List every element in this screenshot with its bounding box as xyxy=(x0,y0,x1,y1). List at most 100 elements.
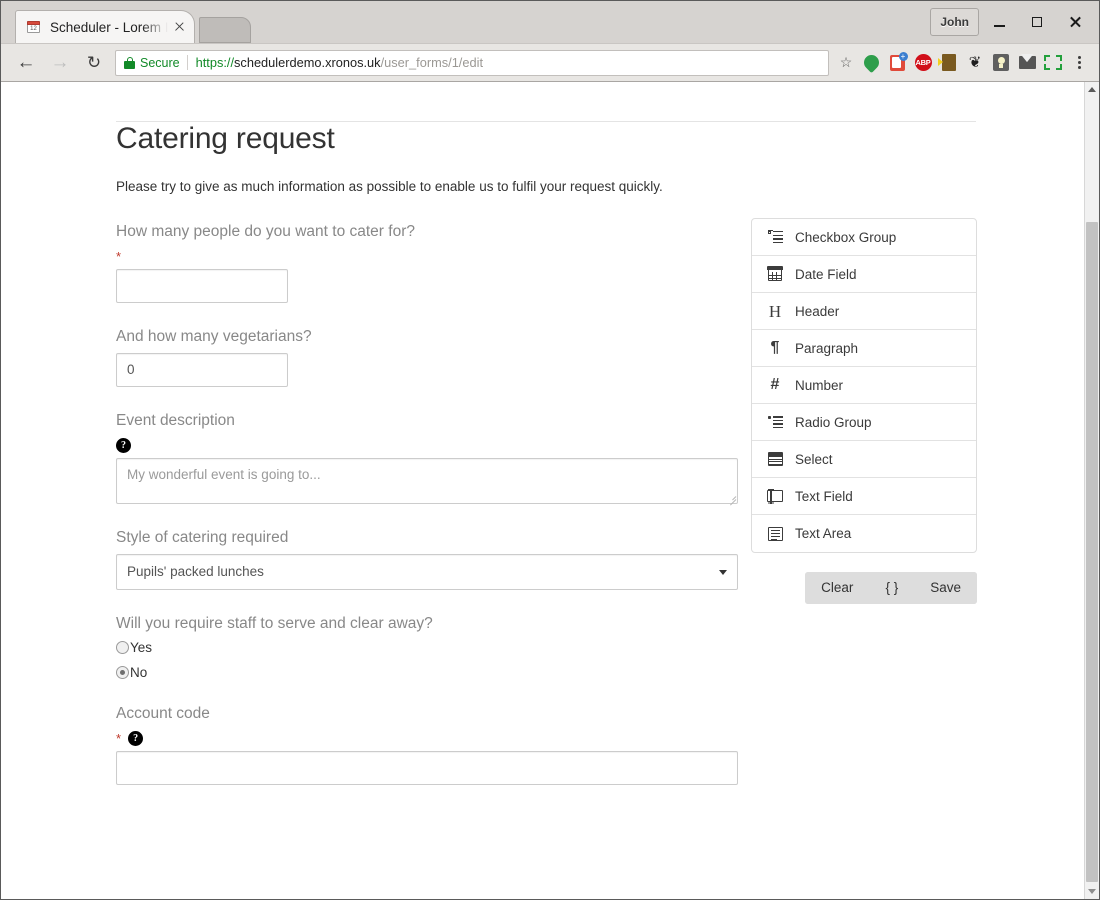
radio-label-no: No xyxy=(130,664,148,680)
extension-red-book-add-icon[interactable] xyxy=(885,51,909,75)
help-badge-icon[interactable]: ? xyxy=(116,438,131,454)
palette-item-select[interactable]: Select xyxy=(752,441,976,478)
tab-close-icon[interactable] xyxy=(170,18,188,36)
tab-favicon-calendar-icon: 12 xyxy=(26,19,42,35)
form-intro-text: Please try to give as much information a… xyxy=(116,179,663,194)
extension-gnome-foot-icon[interactable]: ❦ xyxy=(963,51,987,75)
select-catering-style[interactable]: Pupils' packed lunches xyxy=(116,553,738,590)
browser-tab-active[interactable]: 12 Scheduler - Lorem I xyxy=(15,10,195,43)
palette-item-label: Radio Group xyxy=(795,414,872,430)
field-markers-people-count: * xyxy=(116,247,740,266)
paragraph-glyph: ¶ xyxy=(770,339,780,356)
navigation-toolbar: ← → ↻ Secure https://schedulerdemo.xrono… xyxy=(1,43,1099,81)
radio-group-icon xyxy=(764,415,786,429)
foot-glyph: ❦ xyxy=(968,54,982,71)
radio-button-yes[interactable] xyxy=(116,640,129,654)
radio-option-yes[interactable]: Yes xyxy=(116,640,740,655)
chevron-down-icon xyxy=(719,569,727,575)
palette-item-header[interactable]: H Header xyxy=(752,293,976,330)
checkbox-group-icon xyxy=(764,229,786,244)
window-controls: John xyxy=(930,7,1093,37)
field-label-staff-required: Will you require staff to serve and clea… xyxy=(116,614,433,632)
field-group-staff-required: Will you require staff to serve and clea… xyxy=(116,615,740,680)
page-scrollbar[interactable] xyxy=(1084,82,1099,899)
scrollbar-up-arrow[interactable] xyxy=(1085,82,1099,97)
lock-icon xyxy=(124,56,135,69)
page-content: Catering request Please try to give as m… xyxy=(1,82,1084,899)
page-title: Catering request xyxy=(116,122,335,155)
chrome-menu-icon[interactable] xyxy=(1067,51,1091,75)
palette-item-radio-group[interactable]: Radio Group xyxy=(752,404,976,441)
extension-screenshot-frame-icon[interactable] xyxy=(1041,51,1065,75)
window-maximize-button[interactable] xyxy=(1019,7,1055,37)
extension-green-dot-icon[interactable] xyxy=(859,51,883,75)
palette-item-label: Number xyxy=(795,377,844,393)
extension-adblock-plus-icon[interactable]: ABP xyxy=(911,51,935,75)
palette-item-checkbox-group[interactable]: Checkbox Group xyxy=(752,219,976,256)
form-element-palette: Checkbox Group Date Field H Header ¶ Par… xyxy=(751,218,977,605)
palette-item-label: Text Field xyxy=(795,488,853,504)
field-markers-event-description: ? xyxy=(116,436,740,455)
palette-item-paragraph[interactable]: ¶ Paragraph xyxy=(752,330,976,367)
omnibox-divider xyxy=(186,55,188,70)
required-asterisk: * xyxy=(116,249,122,265)
field-label-event-description: Event description xyxy=(116,411,235,429)
palette-item-number[interactable]: # Number xyxy=(752,367,976,404)
url-text: https://schedulerdemo.xronos.uk/user_for… xyxy=(196,55,483,70)
input-vegetarians[interactable] xyxy=(116,352,288,387)
field-label-vegetarians: And how many vegetarians? xyxy=(116,328,312,346)
reload-button[interactable]: ↻ xyxy=(77,48,111,78)
radio-button-no[interactable] xyxy=(116,665,129,679)
extension-mail-icon[interactable] xyxy=(1015,51,1039,75)
url-path: /user_forms/1/edit xyxy=(380,55,483,70)
field-label-catering-style: Style of catering required xyxy=(116,529,289,547)
palette-actions: Clear { } Save xyxy=(751,572,977,605)
bookmark-star-icon[interactable]: ☆ xyxy=(835,54,857,71)
abp-label: ABP xyxy=(914,54,932,71)
palette-item-text-area[interactable]: Text Area xyxy=(752,515,976,552)
palette-item-label: Checkbox Group xyxy=(795,229,897,245)
address-bar[interactable]: Secure https://schedulerdemo.xronos.uk/u… xyxy=(115,49,829,76)
palette-item-label: Header xyxy=(795,303,840,319)
new-tab-button[interactable] xyxy=(199,17,251,43)
field-group-account-code: Account code * ? xyxy=(116,705,740,786)
tab-strip: 12 Scheduler - Lorem I John xyxy=(1,1,1099,43)
textarea-event-description[interactable] xyxy=(116,458,738,505)
palette-button-group: Clear { } Save xyxy=(805,572,977,605)
radio-label-yes: Yes xyxy=(130,639,153,655)
url-scheme: https:// xyxy=(195,55,235,70)
security-status-label: Secure xyxy=(140,55,180,70)
extension-lightbulb-icon[interactable] xyxy=(989,51,1013,75)
scrollbar-thumb[interactable] xyxy=(1086,222,1098,882)
save-button[interactable]: Save xyxy=(914,572,977,605)
back-button[interactable]: ← xyxy=(9,48,43,78)
palette-list: Checkbox Group Date Field H Header ¶ Par… xyxy=(751,218,977,553)
input-people-count[interactable] xyxy=(116,269,288,304)
window-close-button[interactable] xyxy=(1057,7,1093,37)
favicon-day-number: 12 xyxy=(30,26,37,32)
user-profile-button[interactable]: John xyxy=(930,8,979,36)
palette-item-text-field[interactable]: Text Field xyxy=(752,478,976,515)
scrollbar-down-arrow[interactable] xyxy=(1085,884,1099,899)
field-group-event-description: Event description ? xyxy=(116,411,740,506)
field-markers-account-code: * ? xyxy=(116,729,740,748)
forward-button[interactable]: → xyxy=(43,48,77,78)
tab-title: Scheduler - Lorem I xyxy=(50,19,168,35)
json-button[interactable]: { } xyxy=(869,572,915,605)
header-glyph: H xyxy=(768,301,782,321)
palette-item-label: Date Field xyxy=(795,266,857,282)
window-minimize-button[interactable] xyxy=(981,7,1017,37)
textarea-wrapper xyxy=(116,458,738,506)
palette-item-label: Select xyxy=(795,451,833,467)
palette-item-date-field[interactable]: Date Field xyxy=(752,256,976,293)
palette-item-label: Text Area xyxy=(795,526,852,541)
help-badge-icon[interactable]: ? xyxy=(128,731,144,747)
radio-option-no[interactable]: No xyxy=(116,665,740,680)
clear-button[interactable]: Clear xyxy=(805,572,870,605)
extension-door-icon[interactable] xyxy=(937,51,961,75)
required-asterisk: * xyxy=(116,731,122,747)
input-account-code[interactable] xyxy=(116,751,738,786)
field-label-account-code: Account code xyxy=(116,704,210,722)
number-hash-icon: # xyxy=(764,377,786,393)
number-glyph: # xyxy=(770,376,780,393)
